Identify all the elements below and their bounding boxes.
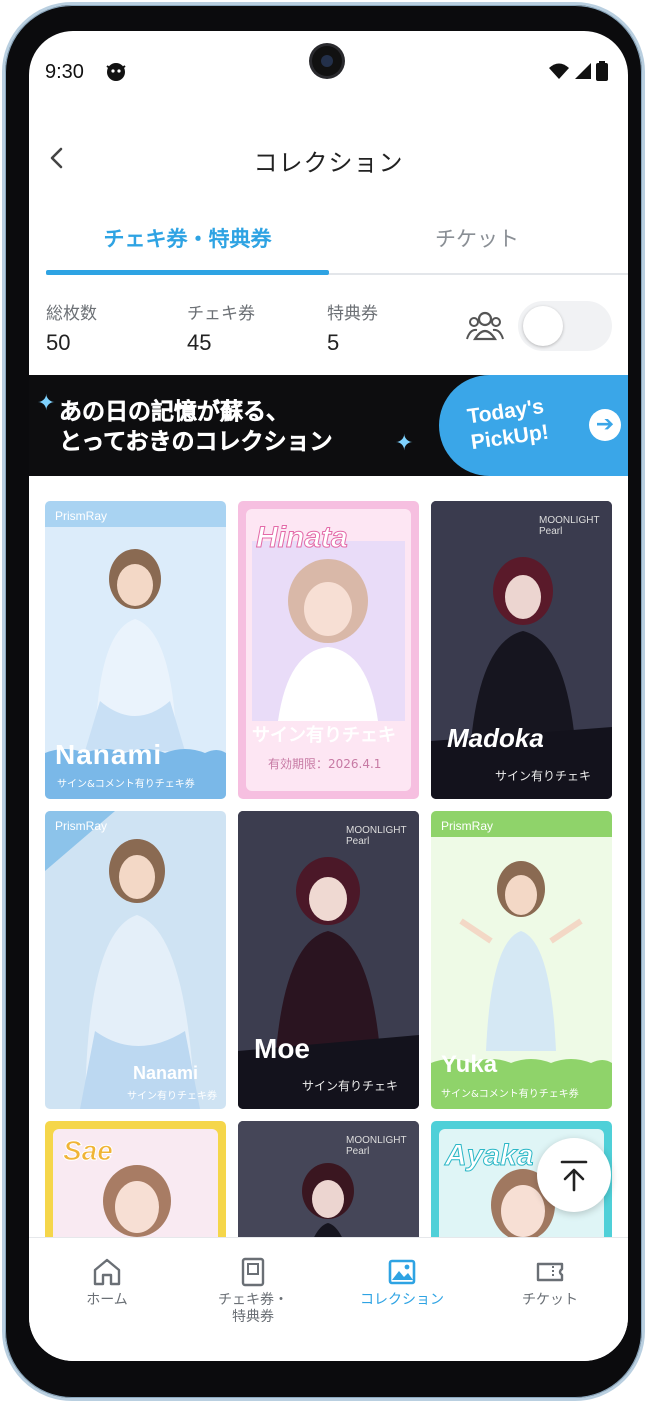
gallery-icon <box>388 1259 416 1285</box>
card-icon <box>241 1257 265 1287</box>
bottom-nav: ホーム チェキ券・ 特典券 コレクション チケット <box>29 1237 628 1361</box>
battery-icon <box>596 61 608 81</box>
group-toggle[interactable] <box>518 301 612 351</box>
pickup-banner[interactable]: ✦ ✦ あの日の記憶が蘇る、 とっておきのコレクション Today's Pick… <box>29 375 628 476</box>
arrow-right-icon: ➔ <box>589 409 621 441</box>
collection-card[interactable]: PrismRay Nanami サイン&コメント有りチェキ券 <box>45 501 226 799</box>
card-name: Hinata <box>256 521 349 555</box>
signal-icon <box>575 63 591 79</box>
front-camera <box>312 46 342 76</box>
stats-row: 総枚数 50 チェキ券 45 特典券 5 <box>46 293 628 373</box>
collection-card[interactable]: MOONLIGHT Pearl <box>238 1121 419 1237</box>
home-icon <box>93 1258 121 1286</box>
collection-card[interactable]: Sae <box>45 1121 226 1237</box>
nav-collection-label: コレクション <box>360 1292 444 1308</box>
toggle-knob <box>523 306 563 346</box>
collection-grid: PrismRay Nanami サイン&コメント有りチェキ券 Hinata サイ… <box>45 501 613 1237</box>
card-subtitle: サイン&コメント有りチェキ券 <box>57 779 195 790</box>
arrow-up-icon <box>560 1160 588 1192</box>
collection-card[interactable]: MOONLIGHT Pearl Madoka サイン有りチェキ <box>431 501 612 799</box>
pickup-badge[interactable]: Today's PickUp! ➔ <box>439 375 628 476</box>
collection-card[interactable]: PrismRay Yuka サイン&コメント有りチェキ券 <box>431 811 612 1109</box>
card-subtitle: サイン有りチェキ券 <box>127 1091 217 1102</box>
nav-collection[interactable]: コレクション <box>342 1256 462 1309</box>
card-subtitle: サイン有りチェキ <box>302 1079 399 1093</box>
tab-cheki-tokuten[interactable]: チェキ券・特典券 <box>46 219 329 275</box>
wifi-icon <box>549 63 569 79</box>
app-notification-icon <box>106 63 126 81</box>
card-name: Sae <box>63 1135 114 1167</box>
card-brand: PrismRay <box>55 819 108 833</box>
card-brand: MOONLIGHT Pearl <box>346 1135 407 1157</box>
stat-total: 総枚数 50 <box>46 299 97 356</box>
collection-card[interactable]: MOONLIGHT Pearl Moe サイン有りチェキ <box>238 811 419 1109</box>
card-name: Nanami <box>55 739 163 770</box>
group-icon <box>466 311 504 341</box>
card-photo <box>431 501 612 799</box>
stat-tokuten-label: 特典券 <box>327 304 378 324</box>
card-brand: PrismRay <box>55 509 108 523</box>
stat-cheki-label: チェキ券 <box>187 304 255 324</box>
card-subtitle: サイン有りチェキ <box>252 725 396 746</box>
card-brand: PrismRay <box>441 819 494 833</box>
stat-tokuten-value: 5 <box>327 330 340 355</box>
tab-ticket[interactable]: チケット <box>346 219 608 273</box>
phone-frame: 9:30 コレクション チェキ券・特典券 チケット 総枚数 50 チェキ券 45… <box>2 2 645 1401</box>
scroll-to-top-button[interactable] <box>537 1138 611 1212</box>
status-time: 9:30 <box>45 61 84 83</box>
banner-line1: あの日の記憶が蘇る、 <box>59 399 290 426</box>
nav-cheki-label: チェキ券・ 特典券 <box>218 1292 288 1325</box>
nav-ticket-label: チケット <box>522 1292 578 1308</box>
app-screen: 9:30 コレクション チェキ券・特典券 チケット 総枚数 50 チェキ券 45… <box>29 31 628 1361</box>
banner-line2: とっておきのコレクション <box>59 429 333 456</box>
card-expiry: 有効期限：2026.4.1 <box>268 757 382 771</box>
card-subtitle: サイン有りチェキ <box>495 769 592 783</box>
pickup-text: Today's PickUp! <box>466 394 551 456</box>
sparkle-icon: ✦ <box>37 391 56 416</box>
banner-text: あの日の記憶が蘇る、 とっておきのコレクション <box>59 397 333 457</box>
stat-cheki: チェキ券 45 <box>187 299 255 356</box>
stat-cheki-value: 45 <box>187 330 212 355</box>
page-title: コレクション <box>253 149 404 177</box>
collection-card[interactable]: PrismRay Nanami サイン有りチェキ券 <box>45 811 226 1109</box>
card-name: Nanami <box>133 1063 199 1083</box>
nav-home-label: ホーム <box>86 1292 128 1308</box>
stat-tokuten: 特典券 5 <box>327 299 378 356</box>
card-brand: MOONLIGHT Pearl <box>539 515 600 537</box>
tab-bar: チェキ券・特典券 チケット <box>46 219 628 275</box>
nav-ticket[interactable]: チケット <box>490 1256 610 1309</box>
card-name: Madoka <box>447 723 544 753</box>
stat-total-value: 50 <box>46 330 71 355</box>
sparkle-icon: ✦ <box>395 431 414 456</box>
ticket-icon <box>536 1262 564 1282</box>
card-subtitle: サイン&コメント有りチェキ券 <box>441 1089 579 1100</box>
nav-home[interactable]: ホーム <box>47 1256 167 1309</box>
header: コレクション <box>29 131 628 187</box>
card-name: Yuka <box>441 1051 498 1078</box>
collection-card[interactable]: Hinata サイン有りチェキ 有効期限：2026.4.1 <box>238 501 419 799</box>
nav-cheki[interactable]: チェキ券・ 特典券 <box>193 1256 313 1326</box>
status-right <box>548 61 608 81</box>
card-name: Moe <box>254 1033 310 1064</box>
card-brand: MOONLIGHT Pearl <box>346 825 407 847</box>
stat-total-label: 総枚数 <box>46 304 97 324</box>
card-name: Ayaka <box>444 1139 534 1173</box>
